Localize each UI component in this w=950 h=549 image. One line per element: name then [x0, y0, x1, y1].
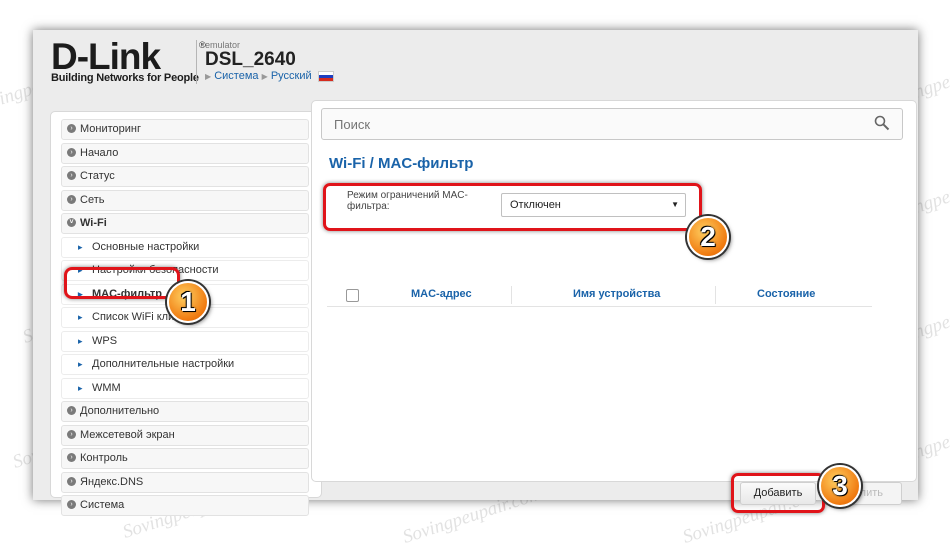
column-divider: [715, 286, 716, 304]
header: D-Link ® Building Networks for People em…: [33, 30, 918, 94]
mac-filter-highlight: [64, 267, 180, 299]
chevron-right-icon: ›: [67, 500, 76, 509]
search-box: [321, 108, 903, 140]
chevron-right-icon: ›: [67, 476, 76, 486]
device-model: DSL_2640: [205, 49, 296, 70]
chevron-right-icon: ›: [67, 453, 76, 462]
chevron-right-icon: ›: [67, 194, 76, 204]
router-web-interface: D-Link ® Building Networks for People em…: [33, 30, 918, 516]
sidebar-item-start[interactable]: › Начало: [61, 142, 309, 164]
caret-right-icon: ▸: [78, 335, 83, 346]
header-links: ▶ Система ▶ Русский: [205, 70, 334, 82]
sidebar-item-network[interactable]: › Сеть: [61, 189, 309, 211]
chevron-right-icon: ▶: [205, 72, 212, 81]
sidebar-item-monitoring[interactable]: › Мониторинг: [61, 119, 309, 140]
caret-right-icon: ▸: [78, 382, 83, 393]
logo-tagline: Building Networks for People: [51, 72, 199, 84]
dropdown-arrow-icon: ▼: [671, 200, 679, 209]
column-mac-address[interactable]: MAC-адрес: [411, 288, 472, 300]
select-all-checkbox[interactable]: [346, 289, 359, 302]
mode-select[interactable]: Отключен ▼: [501, 193, 686, 217]
sidebar-item-wifi[interactable]: ˅ Wi-Fi: [61, 213, 309, 234]
mac-table-header: MAC-адрес Имя устройства Состояние: [327, 286, 872, 307]
chevron-right-icon: ▶: [261, 72, 268, 81]
breadcrumb-section: Wi-Fi /: [329, 155, 374, 172]
page-title-text: MAC-фильтр: [378, 155, 474, 172]
mode-label: Режим ограничений MAC-фильтра:: [347, 190, 468, 212]
chevron-down-icon: ˅: [67, 218, 76, 227]
chevron-right-icon: ›: [67, 171, 76, 180]
language-link[interactable]: Русский: [271, 70, 312, 82]
sidebar-item-status[interactable]: › Статус: [61, 166, 309, 187]
chevron-right-icon: ›: [67, 124, 76, 133]
sidebar-item-yandex-dns[interactable]: › Яндекс.DNS: [61, 471, 309, 493]
sidebar-item-wmm[interactable]: ▸ WMM: [61, 377, 309, 399]
search-input[interactable]: [322, 109, 876, 139]
sidebar-item-system[interactable]: › Система: [61, 495, 309, 516]
add-button-highlight: [731, 473, 825, 513]
callout-2: 2: [687, 216, 729, 258]
mode-highlight: Режим ограничений MAC-фильтра: Отключен …: [323, 183, 702, 231]
caret-right-icon: ▸: [78, 312, 83, 322]
page-title: Wi-Fi / MAC-фильтр: [329, 155, 473, 172]
russia-flag-icon[interactable]: [317, 70, 334, 82]
header-divider: [196, 40, 197, 84]
callout-3: 3: [819, 465, 861, 507]
sidebar-item-firewall[interactable]: › Межсетевой экран: [61, 424, 309, 446]
caret-right-icon: ▸: [78, 359, 83, 369]
chevron-right-icon: ›: [67, 429, 76, 439]
column-divider: [511, 286, 512, 304]
caret-right-icon: ▸: [78, 241, 83, 252]
sidebar-item-wps[interactable]: ▸ WPS: [61, 330, 309, 352]
main-content: Wi-Fi / MAC-фильтр Режим ограничений MAC…: [311, 100, 917, 513]
sidebar-item-control[interactable]: › Контроль: [61, 448, 309, 469]
chevron-right-icon: ›: [67, 406, 76, 415]
sidebar-item-advanced[interactable]: › Дополнительно: [61, 401, 309, 422]
sidebar-item-advanced-wifi-settings[interactable]: ▸ Дополнительные настройки: [61, 354, 309, 375]
dlink-logo: D-Link ® Building Networks for People: [51, 36, 206, 85]
chevron-right-icon: ›: [67, 147, 76, 157]
column-device-name[interactable]: Имя устройства: [573, 288, 660, 300]
sidebar-item-basic-settings[interactable]: ▸ Основные настройки: [61, 236, 309, 258]
search-icon[interactable]: [874, 115, 890, 131]
callout-1: 1: [167, 281, 209, 323]
column-status[interactable]: Состояние: [757, 288, 815, 300]
system-link[interactable]: Система: [214, 70, 258, 82]
logo-text: D-Link: [51, 36, 161, 77]
